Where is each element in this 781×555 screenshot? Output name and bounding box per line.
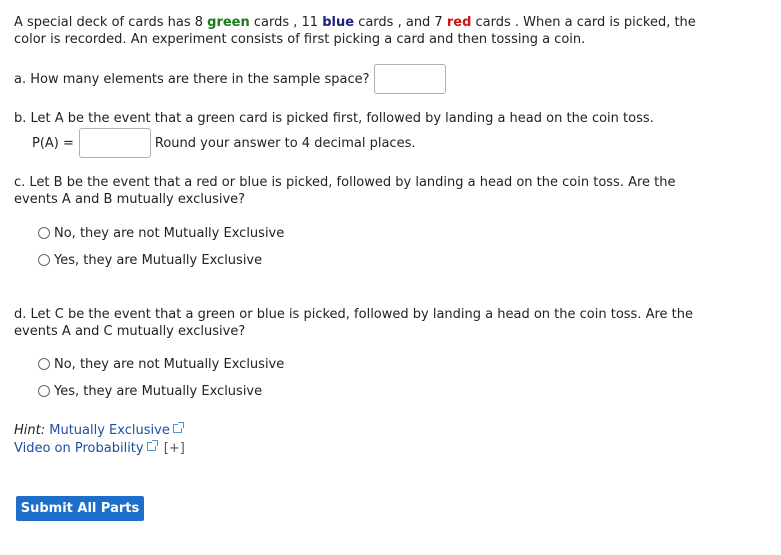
hint-line: Hint: Mutually Exclusive [14,422,714,439]
intro-text: cards , and 7 [354,15,447,30]
probability-a-label: P(A) = [32,135,74,151]
intro-text: A special deck of cards has 8 [14,15,208,30]
option-label: No, they are not Mutually Exclusive [54,225,285,241]
mutually-exclusive-link[interactable]: Mutually Exclusive [49,423,170,438]
part-d-option-yes[interactable]: Yes, they are Mutually Exclusive [38,382,262,400]
part-b-answer-row: P(A) = Round your answer to 4 decimal pl… [32,128,732,158]
part-c-line1: c. Let B be the event that a red or blue… [14,175,676,190]
external-link-icon[interactable] [172,422,184,433]
part-d-line1: d. Let C be the event that a green or bl… [14,307,694,322]
submit-all-parts-button[interactable]: Submit All Parts [16,496,144,521]
hint-label: Hint: [14,423,46,438]
rounding-instruction: Round your answer to 4 decimal places. [154,135,416,151]
intro-text: cards , 11 [249,15,323,30]
part-c-option-yes[interactable]: Yes, they are Mutually Exclusive [38,251,262,269]
part-a: a. How many elements are there in the sa… [14,64,714,94]
radio-icon[interactable] [38,254,50,266]
expand-toggle[interactable]: [+] [164,441,185,456]
blue-word: blue [322,15,355,30]
green-word: green [207,15,250,30]
option-label: No, they are not Mutually Exclusive [54,356,285,372]
radio-icon[interactable] [38,358,50,370]
part-c-line2: events A and B mutually exclusive? [14,192,246,207]
video-line: Video on Probability [+] [14,440,714,457]
radio-icon[interactable] [38,385,50,397]
part-d-question: d. Let C be the event that a green or bl… [14,306,714,340]
red-word: red [446,15,472,30]
video-probability-link[interactable]: Video on Probability [14,441,144,456]
probability-a-input[interactable] [78,128,151,158]
sample-space-input[interactable] [373,64,446,94]
intro-text-line2: color is recorded. An experiment consist… [14,32,586,47]
part-c-question: c. Let B be the event that a red or blue… [14,174,714,208]
option-label: Yes, they are Mutually Exclusive [54,383,263,399]
option-label: Yes, they are Mutually Exclusive [54,252,263,268]
part-d-option-no[interactable]: No, they are not Mutually Exclusive [38,355,284,373]
part-a-question: a. How many elements are there in the sa… [14,71,370,87]
external-link-icon[interactable] [146,440,158,451]
radio-icon[interactable] [38,227,50,239]
part-b-question: b. Let A be the event that a green card … [14,111,654,126]
part-c-option-no[interactable]: No, they are not Mutually Exclusive [38,224,284,242]
intro-text: cards . When a card is picked, the [471,15,696,30]
problem-intro: A special deck of cards has 8 green card… [14,14,714,48]
part-d-line2: events A and C mutually exclusive? [14,324,246,339]
